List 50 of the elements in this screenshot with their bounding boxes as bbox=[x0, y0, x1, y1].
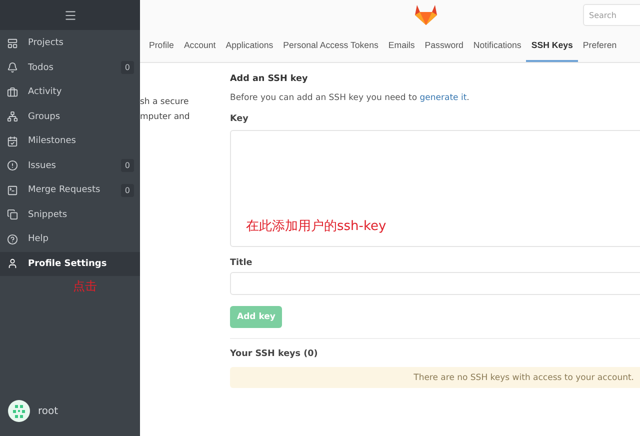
tab[interactable]: Notifications bbox=[468, 30, 526, 62]
sidebar-icon bbox=[7, 234, 18, 245]
annotation-text: 点击 bbox=[72, 278, 98, 295]
sidebar-item[interactable]: Milestones bbox=[0, 129, 140, 154]
sidebar-item[interactable]: Help bbox=[0, 227, 140, 252]
tab[interactable]: Personal Access Tokens bbox=[278, 30, 384, 62]
tab[interactable]: Account bbox=[178, 30, 221, 62]
menu-icon[interactable] bbox=[64, 8, 76, 22]
sidebar-icon bbox=[7, 62, 18, 74]
section-heading: Your SSH keys (0) bbox=[230, 349, 319, 359]
sidebar-icon bbox=[7, 209, 18, 220]
sidebar-item[interactable]: Todos 0 bbox=[0, 56, 140, 80]
user-name: root bbox=[38, 406, 58, 416]
sidebar-item[interactable]: Groups bbox=[0, 104, 140, 129]
description-text: sh a secure bbox=[140, 96, 190, 109]
sidebar-icon bbox=[7, 184, 18, 196]
count-badge: 0 bbox=[120, 159, 134, 172]
empty-notice: There are no SSH keys with access to your account. bbox=[230, 367, 640, 388]
field-label: Key bbox=[230, 114, 250, 124]
count-badge: 0 bbox=[120, 184, 134, 197]
sidebar-item[interactable]: Profile Settings bbox=[0, 252, 140, 276]
generate-link[interactable]: generate it bbox=[420, 93, 467, 103]
sidebar-item[interactable]: Issues 0 bbox=[0, 154, 140, 178]
tab[interactable]: Preferen bbox=[578, 30, 622, 62]
tab[interactable]: Profile bbox=[144, 30, 179, 62]
sidebar-item[interactable]: Activity bbox=[0, 80, 140, 104]
sidebar-icon bbox=[7, 86, 18, 98]
title-field[interactable] bbox=[230, 272, 640, 295]
intro-text: Before you can add an SSH key you need to generate it. bbox=[230, 93, 470, 103]
key-field[interactable]: 在此添加用户的ssh-key bbox=[230, 130, 640, 247]
tab[interactable]: SSH Keys bbox=[526, 30, 578, 62]
sidebar-item[interactable]: Projects bbox=[0, 31, 140, 56]
tab[interactable]: Applications bbox=[220, 30, 278, 62]
search-field[interactable]: Search bbox=[583, 4, 640, 26]
tab[interactable]: Password bbox=[420, 30, 468, 62]
count-badge: 0 bbox=[120, 61, 134, 74]
sidebar-icon bbox=[7, 136, 18, 147]
sidebar-item[interactable]: Merge Requests 0 bbox=[0, 178, 140, 202]
sidebar-item[interactable]: Snippets bbox=[0, 202, 140, 227]
field-label: Title bbox=[230, 258, 254, 268]
sidebar-icon bbox=[7, 111, 18, 122]
annotation-text: 在此添加用户的ssh-key bbox=[246, 218, 386, 235]
avatar-icon[interactable] bbox=[8, 400, 30, 422]
sidebar-icon bbox=[7, 258, 18, 270]
description-text: mputer and bbox=[140, 111, 191, 124]
fox-logo-icon bbox=[414, 3, 438, 25]
tab[interactable]: Emails bbox=[383, 30, 420, 62]
sidebar-icon bbox=[7, 38, 18, 49]
section-heading: Add an SSH key bbox=[230, 74, 309, 84]
sidebar-icon bbox=[7, 160, 18, 172]
